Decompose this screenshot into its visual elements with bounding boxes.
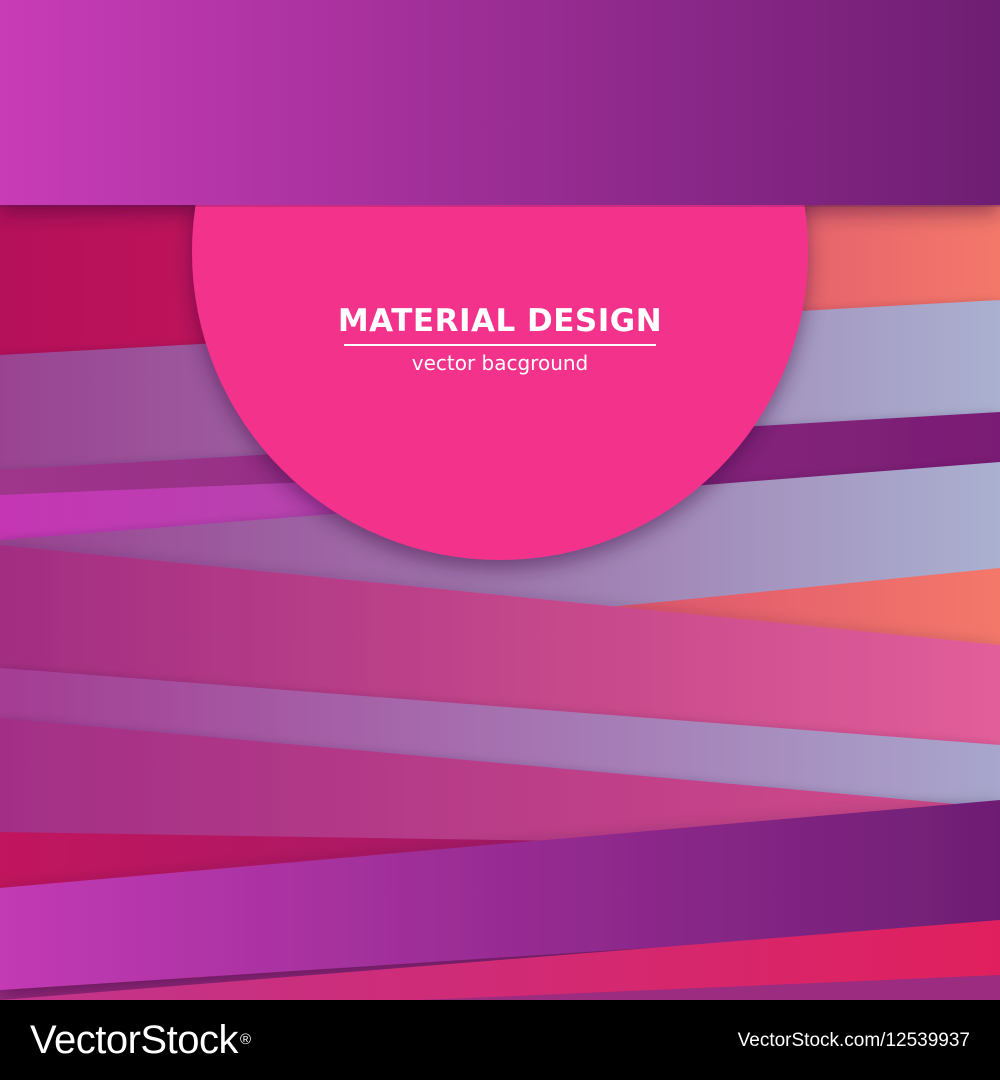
- watermark-footer: VectorStock ® VectorStock.com/12539937: [0, 1000, 1000, 1080]
- material-background: [0, 0, 1000, 1000]
- watermark-credit: VectorStock.com/12539937: [737, 1030, 970, 1051]
- headline-subtitle: vector bacground: [411, 351, 589, 375]
- image-canvas: MATERIAL DESIGN vector bacground VectorS…: [0, 0, 1000, 1080]
- watermark-brand: VectorStock: [30, 1018, 238, 1062]
- band-top-cover: [0, 0, 1000, 205]
- band-top-edge: [0, 205, 1000, 207]
- registered-mark-icon: ®: [239, 1031, 251, 1048]
- headline: MATERIAL DESIGN vector bacground: [300, 298, 700, 380]
- headline-title: MATERIAL DESIGN: [337, 303, 663, 339]
- watermark-logo: VectorStock ®: [30, 1015, 251, 1065]
